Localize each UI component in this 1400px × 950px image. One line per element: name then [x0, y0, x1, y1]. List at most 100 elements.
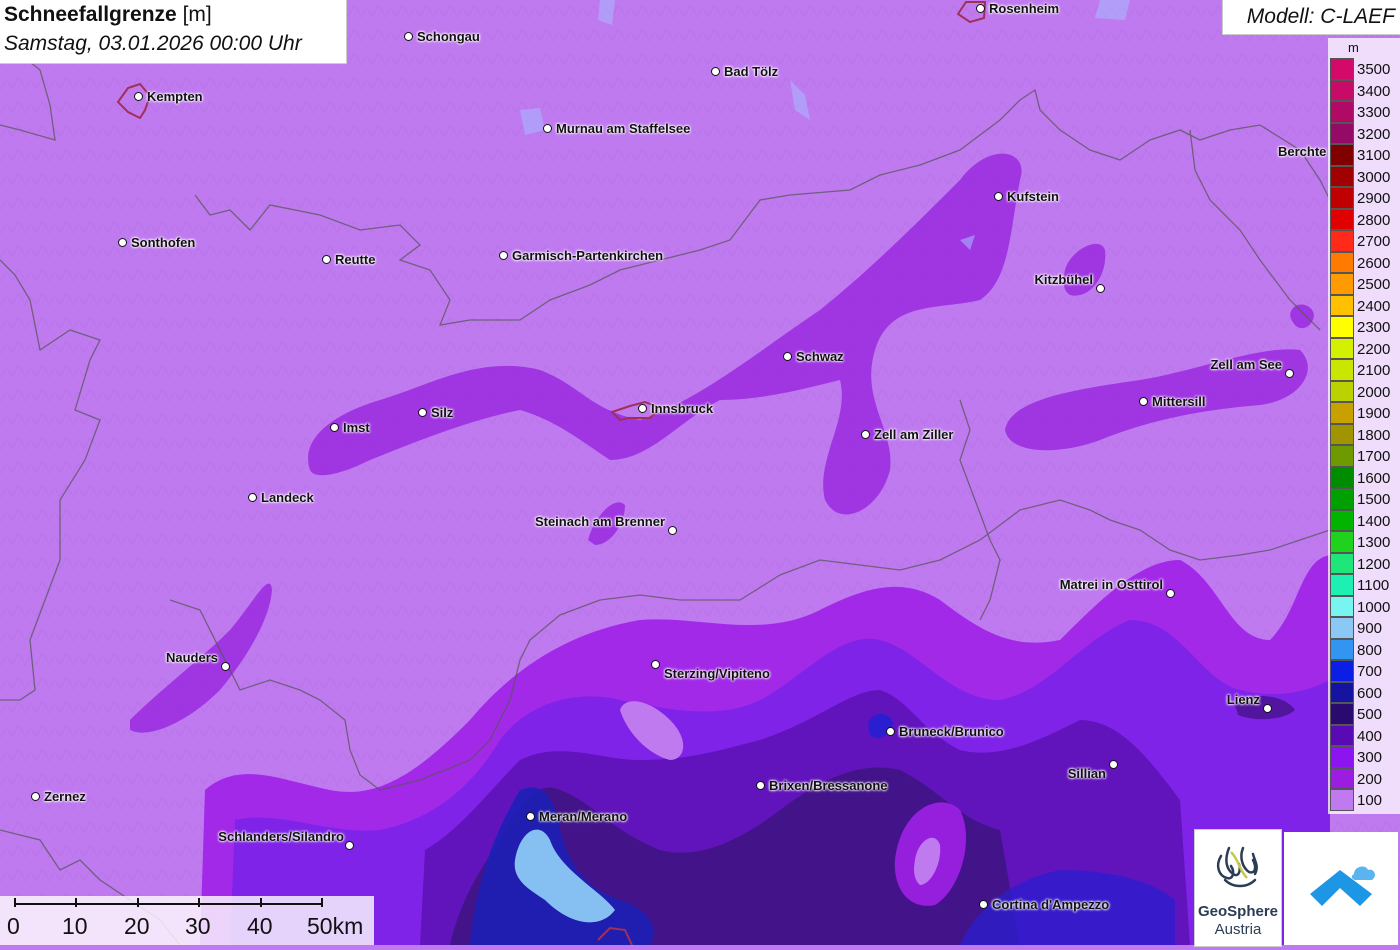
- legend-row: 1800: [1330, 423, 1400, 445]
- legend-row: 2900: [1330, 187, 1400, 209]
- city-label: Garmisch-Partenkirchen: [512, 248, 664, 263]
- scale-tick: [260, 898, 262, 907]
- legend-swatch: [1330, 660, 1354, 682]
- legend-swatch: [1330, 165, 1354, 187]
- legend-label: 3300: [1357, 104, 1391, 121]
- title-text: Schneefallgrenze: [4, 3, 177, 26]
- geosphere-logo[interactable]: GeoSphere Austria: [1194, 829, 1282, 947]
- city-label: Brixen/Bressanone: [769, 778, 888, 793]
- weather-app-logo[interactable]: [1284, 832, 1398, 945]
- legend-swatch: [1330, 789, 1354, 811]
- legend-swatch: [1330, 402, 1354, 424]
- legend-swatch: [1330, 208, 1354, 230]
- city-label: Zell am See: [1210, 357, 1282, 372]
- legend-swatch: [1330, 488, 1354, 510]
- model-label: Modell: C-LAEF: [1246, 5, 1395, 28]
- scale-label: 50km: [307, 913, 364, 939]
- city-label: Landeck: [261, 490, 314, 505]
- city-marker-icon: [668, 526, 677, 535]
- city-marker-icon: [418, 408, 427, 417]
- city-marker-icon: [651, 660, 660, 669]
- legend-swatch: [1330, 58, 1354, 80]
- scale-line: [14, 903, 321, 905]
- legend-label: 1700: [1357, 448, 1391, 465]
- legend-label: 600: [1357, 684, 1383, 702]
- city-label: Silz: [431, 405, 454, 420]
- city-marker-icon: [756, 781, 765, 790]
- model-panel: Modell: C-LAEF: [1222, 0, 1400, 35]
- cloud-arrow-icon: [1310, 866, 1375, 906]
- city-marker-icon: [404, 32, 413, 41]
- legend-row: 3200: [1330, 122, 1400, 144]
- city-marker-icon: [31, 792, 40, 801]
- legend-row: 800: [1330, 638, 1400, 660]
- legend-label: 1500: [1357, 491, 1391, 508]
- legend-label: 900: [1357, 620, 1383, 637]
- city-label: Kempten: [147, 89, 203, 104]
- legend-label: 2300: [1357, 319, 1391, 336]
- snowfall-limit-map[interactable]: [0, 0, 1400, 945]
- legend-swatch: [1330, 574, 1354, 596]
- legend-label: 100: [1357, 792, 1383, 809]
- legend-swatch: [1330, 144, 1354, 166]
- legend-label: 300: [1357, 749, 1383, 766]
- city-label: Innsbruck: [651, 401, 714, 416]
- legend-swatch: [1330, 746, 1354, 768]
- legend-swatch: [1330, 251, 1354, 273]
- legend-row: 2400: [1330, 294, 1400, 316]
- city-label: Cortina d'Ampezzo: [992, 897, 1110, 912]
- legend-row: 400: [1330, 724, 1400, 746]
- city-marker-icon: [1263, 704, 1272, 713]
- legend-row: 1900: [1330, 402, 1400, 424]
- legend-label: 1900: [1357, 405, 1391, 422]
- scale-label: 40: [247, 913, 273, 939]
- legend-swatch: [1330, 445, 1354, 467]
- legend-row: 1100: [1330, 574, 1400, 596]
- legend-swatch: [1330, 316, 1354, 338]
- geosphere-emblem-icon: [1216, 846, 1258, 888]
- city-label: Rosenheim: [989, 1, 1060, 16]
- city-label: Sonthofen: [131, 235, 196, 250]
- scale-label: 30: [185, 913, 211, 939]
- geosphere-name: GeoSphere: [1197, 903, 1279, 920]
- legend-label: 3000: [1357, 168, 1391, 186]
- legend-row: 500: [1330, 703, 1400, 725]
- legend-row: 3000: [1330, 165, 1400, 187]
- legend-row: 2700: [1330, 230, 1400, 252]
- legend-row: 3400: [1330, 79, 1400, 101]
- city-marker-icon: [638, 404, 647, 413]
- legend-swatch: [1330, 724, 1354, 746]
- city-marker-icon: [861, 430, 870, 439]
- scale-tick: [14, 898, 16, 907]
- city-label: Berchte: [1278, 144, 1327, 159]
- legend-row: 2200: [1330, 337, 1400, 359]
- city-label: Reutte: [335, 252, 376, 267]
- city-marker-icon: [994, 192, 1003, 201]
- legend-label: 2900: [1357, 190, 1391, 207]
- legend-row: 1200: [1330, 552, 1400, 574]
- legend-row: 2300: [1330, 316, 1400, 338]
- city-marker-icon: [976, 4, 985, 13]
- legend-row: 600: [1330, 681, 1400, 703]
- legend-label: 3500: [1357, 61, 1391, 78]
- color-legend: m 3500 3400 3300 3200 3100 3000 2900 2800 2700 26…: [1328, 38, 1400, 814]
- legend-row: 2800: [1330, 208, 1400, 230]
- legend-swatch: [1330, 531, 1354, 553]
- scale-label: 20: [124, 913, 150, 939]
- city-label: Zell am Ziller: [874, 427, 954, 442]
- city-marker-icon: [1096, 284, 1105, 293]
- city-marker-icon: [1285, 369, 1294, 378]
- city-marker-icon: [711, 67, 720, 76]
- legend-row: 2600: [1330, 251, 1400, 273]
- legend-label: 2800: [1357, 211, 1391, 229]
- forecast-datetime: Samstag, 03.01.2026 00:00 Uhr: [4, 32, 302, 55]
- legend-swatch: [1330, 380, 1354, 402]
- legend-swatch: [1330, 595, 1354, 617]
- scale-tick: [137, 898, 139, 907]
- city-marker-icon: [783, 352, 792, 361]
- scale-bar: 0 10 20 30 40 50km: [0, 896, 374, 945]
- city-label: Sterzing/Vipiteno: [664, 666, 770, 681]
- city-marker-icon: [248, 493, 257, 502]
- legend-row: 300: [1330, 746, 1400, 768]
- city-marker-icon: [330, 423, 339, 432]
